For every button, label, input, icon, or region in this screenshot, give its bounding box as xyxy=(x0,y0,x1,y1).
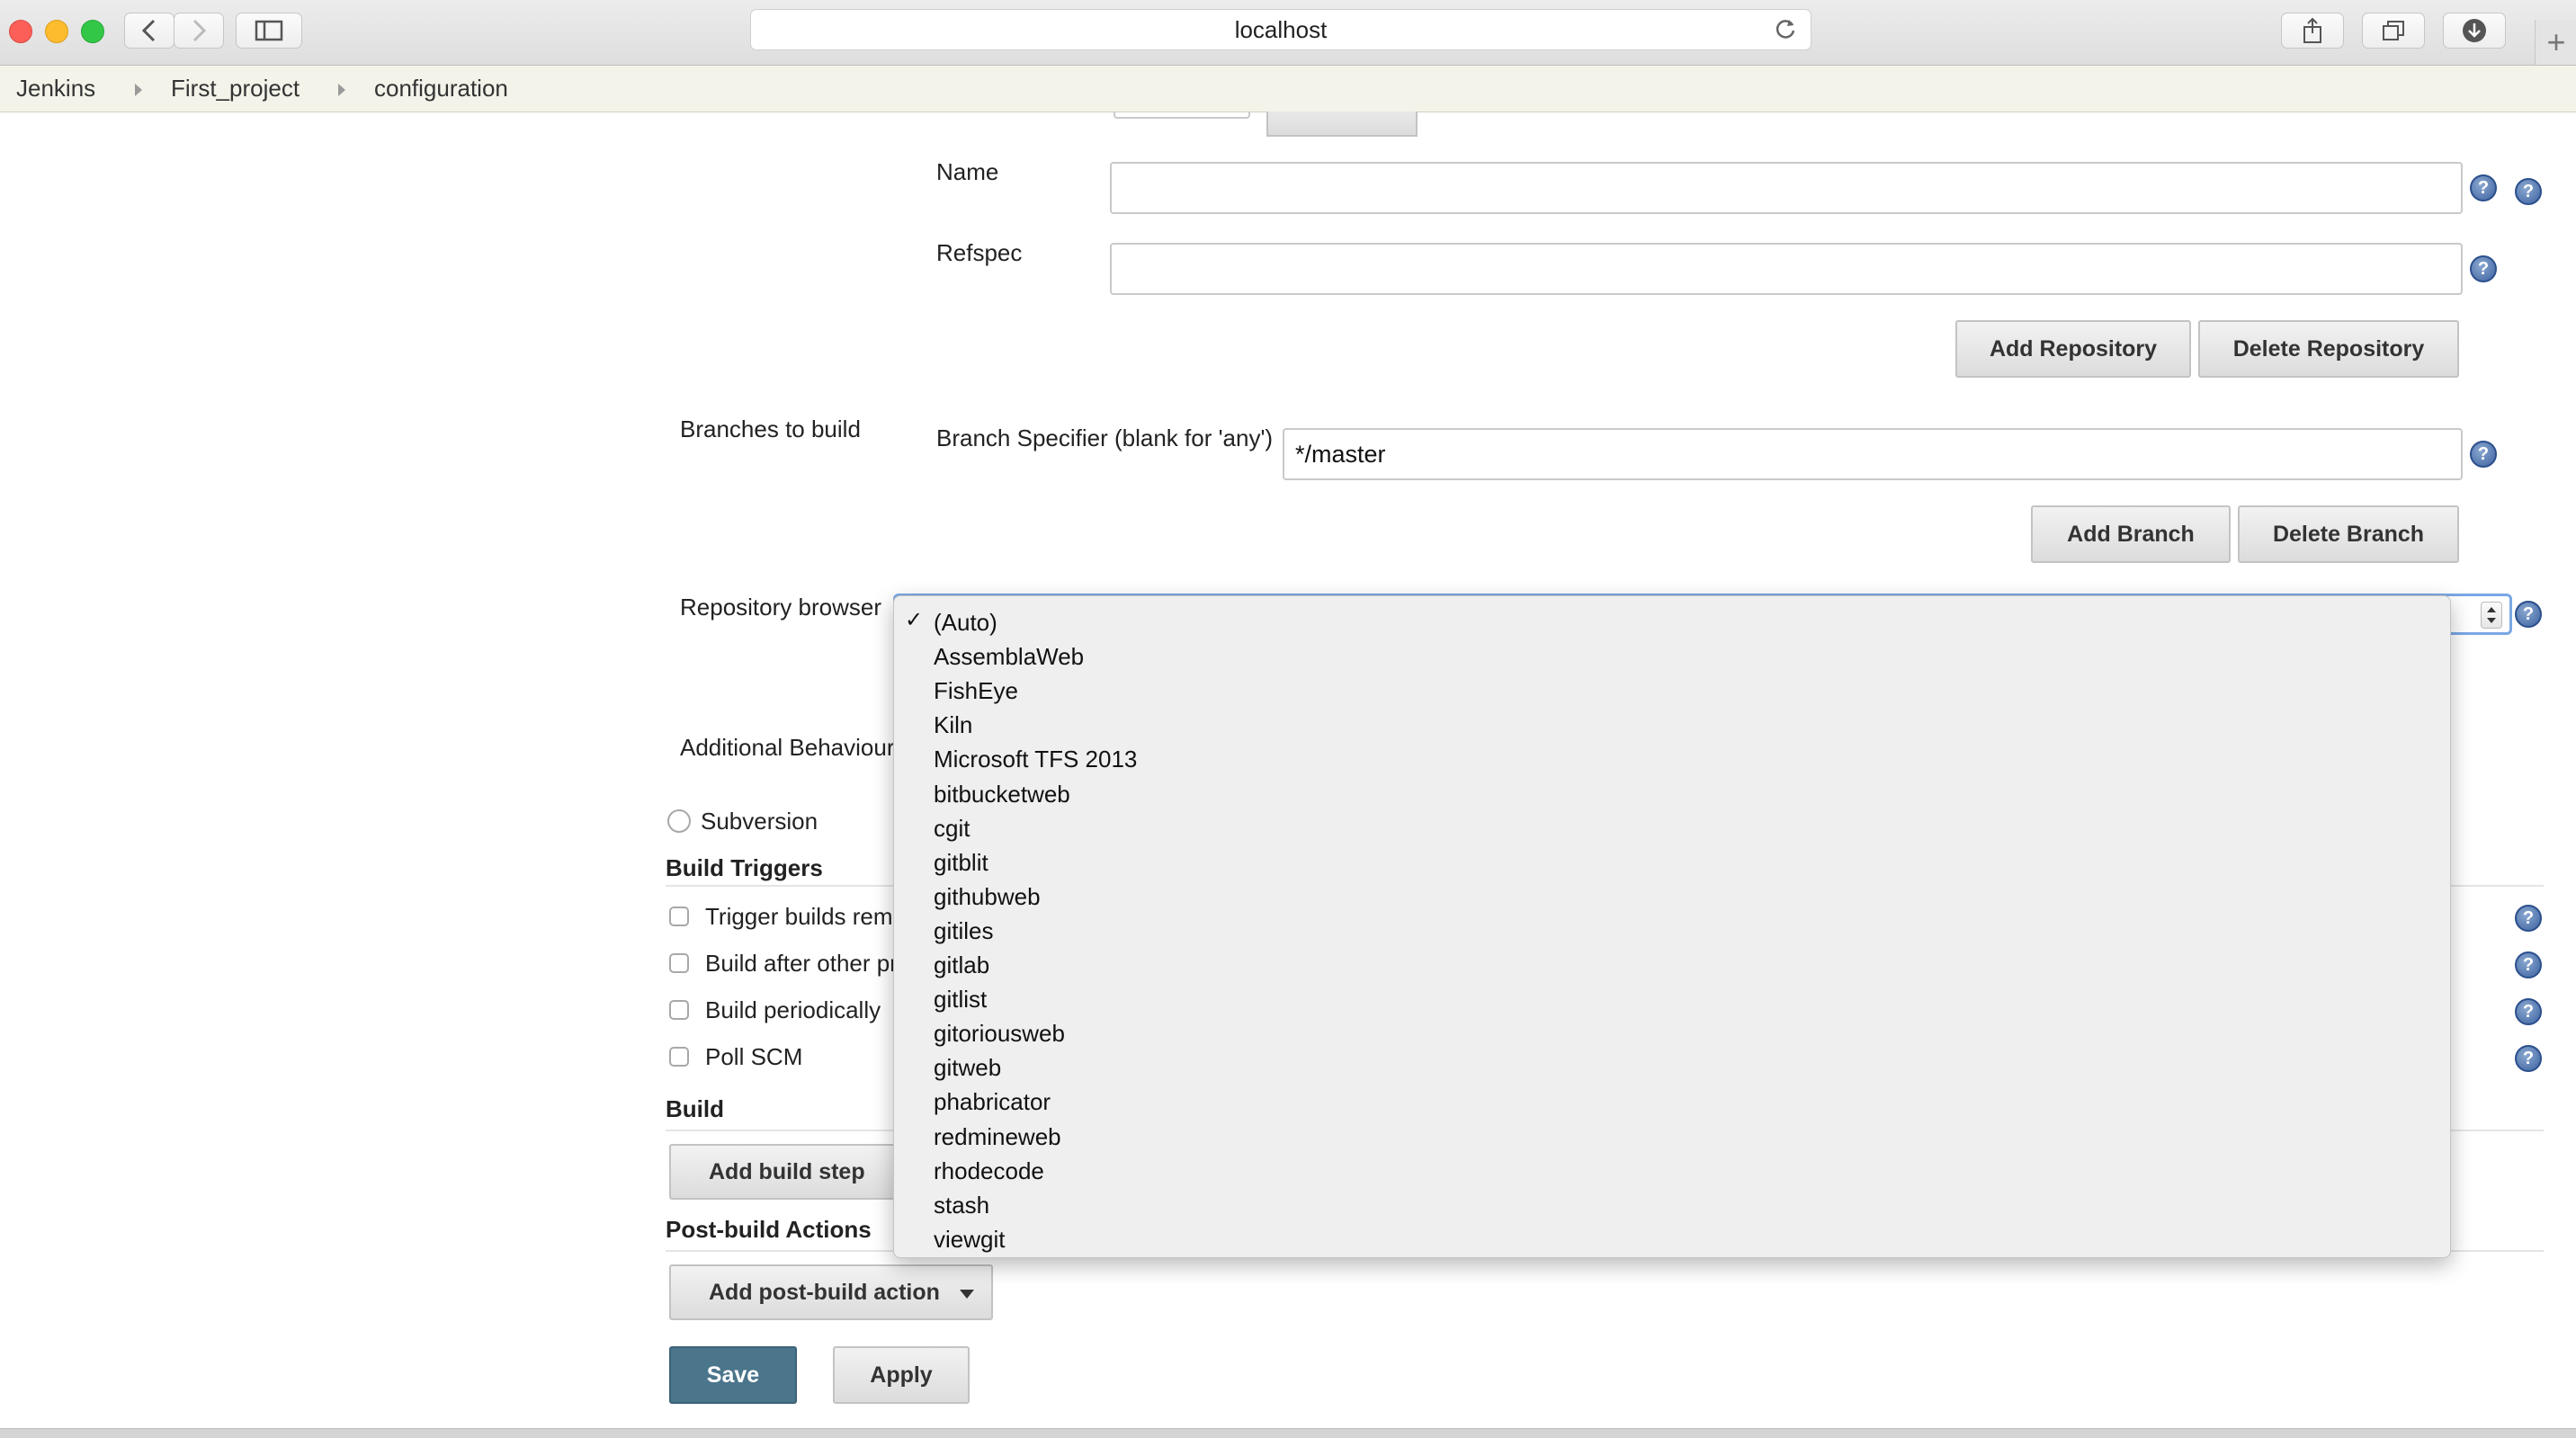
build-triggers-title: Build Triggers xyxy=(666,854,823,881)
add-build-step-label: Add build step xyxy=(709,1158,865,1184)
subversion-label: Subversion xyxy=(701,808,818,835)
breadcrumb-first-project[interactable]: First_project xyxy=(171,75,300,103)
help-icon[interactable]: ? xyxy=(2470,255,2497,282)
repository-browser-option[interactable]: redmineweb xyxy=(934,1120,1061,1154)
checkmark-icon: ✓ xyxy=(905,608,924,632)
build-after-other-checkbox[interactable] xyxy=(669,953,689,973)
add-build-step-button[interactable]: Add build step xyxy=(669,1144,914,1200)
share-icon xyxy=(2303,17,2321,43)
help-icon[interactable]: ? xyxy=(2515,601,2542,628)
subversion-radio[interactable] xyxy=(667,809,691,833)
build-title: Build xyxy=(666,1095,724,1122)
help-icon[interactable]: ? xyxy=(2515,178,2542,205)
repository-browser-option[interactable]: Microsoft TFS 2013 xyxy=(934,742,1137,776)
add-branch-button[interactable]: Add Branch xyxy=(2031,505,2231,563)
repository-browser-option[interactable]: gitblit xyxy=(934,845,988,880)
tabs-overview-button[interactable] xyxy=(2362,13,2425,49)
back-icon xyxy=(141,19,156,42)
close-window-button[interactable] xyxy=(9,20,32,43)
delete-repository-button[interactable]: Delete Repository xyxy=(2198,320,2459,378)
download-icon xyxy=(2463,19,2486,42)
sidebar-icon xyxy=(255,20,283,41)
repository-browser-option[interactable]: gitweb xyxy=(934,1050,1001,1085)
tabs-icon xyxy=(2383,21,2404,40)
dropdown-arrow-icon xyxy=(2481,602,2502,629)
help-icon[interactable]: ? xyxy=(2515,905,2542,932)
add-post-build-action-button[interactable]: Add post-build action xyxy=(669,1264,993,1320)
help-icon[interactable]: ? xyxy=(2515,1045,2542,1072)
repository-browser-label: Repository browser xyxy=(680,594,881,621)
downloads-button[interactable] xyxy=(2443,13,2506,49)
branches-to-build-label: Branches to build xyxy=(680,415,861,442)
repository-browser-option[interactable]: Kiln xyxy=(934,708,972,742)
trigger-remote-checkbox[interactable] xyxy=(669,907,689,926)
build-periodically-label: Build periodically xyxy=(705,996,881,1023)
refspec-input[interactable] xyxy=(1110,243,2463,295)
repository-browser-option[interactable]: gitoriousweb xyxy=(934,1016,1065,1050)
help-icon[interactable]: ? xyxy=(2470,441,2497,468)
repository-browser-option[interactable]: (Auto) xyxy=(934,605,997,639)
repository-browser-option[interactable]: cgit xyxy=(934,811,970,845)
refspec-label: Refspec xyxy=(936,239,1023,266)
repository-browser-option[interactable]: gitlist xyxy=(934,982,987,1016)
additional-behaviours-label: Additional Behaviour xyxy=(680,734,895,761)
help-icon[interactable]: ? xyxy=(2515,998,2542,1025)
reload-icon[interactable] xyxy=(1773,16,1798,41)
repository-browser-option[interactable]: phabricator xyxy=(934,1085,1051,1119)
repository-browser-option[interactable]: gitlab xyxy=(934,948,989,982)
forward-icon xyxy=(192,19,207,42)
help-icon[interactable]: ? xyxy=(2470,174,2497,201)
repository-browser-option[interactable]: githubweb xyxy=(934,880,1041,914)
minimize-window-button[interactable] xyxy=(45,20,68,43)
back-button[interactable] xyxy=(124,13,174,49)
address-bar[interactable]: localhost xyxy=(750,9,1811,50)
trigger-remote-label: Trigger builds rem xyxy=(705,903,893,930)
name-input[interactable] xyxy=(1110,162,2463,214)
build-after-other-label: Build after other pr xyxy=(705,950,898,977)
address-text: localhost xyxy=(1234,15,1328,43)
repository-browser-option[interactable]: bitbucketweb xyxy=(934,777,1070,811)
repository-browser-option[interactable]: rhodecode xyxy=(934,1154,1044,1188)
repository-browser-option[interactable]: AssemblaWeb xyxy=(934,639,1084,674)
new-tab-button[interactable]: + xyxy=(2535,20,2576,65)
browser-toolbar: localhost + xyxy=(0,0,2576,66)
help-icon[interactable]: ? xyxy=(2515,951,2542,978)
poll-scm-label: Poll SCM xyxy=(705,1043,803,1070)
poll-scm-checkbox[interactable] xyxy=(669,1047,689,1067)
zoom-window-button[interactable] xyxy=(81,20,104,43)
add-repository-button[interactable]: Add Repository xyxy=(1955,320,2191,378)
breadcrumb-configuration[interactable]: configuration xyxy=(374,75,508,103)
repository-browser-options: (Auto) ✓ AssemblaWeb FishEye Kiln Microsoft T… xyxy=(893,595,2451,1258)
delete-branch-button[interactable]: Delete Branch xyxy=(2238,505,2459,563)
apply-button[interactable]: Apply xyxy=(833,1346,970,1404)
breadcrumb-jenkins[interactable]: Jenkins xyxy=(16,75,95,103)
build-periodically-checkbox[interactable] xyxy=(669,1000,689,1020)
branch-specifier-input[interactable] xyxy=(1283,428,2463,480)
repository-browser-option[interactable]: gitiles xyxy=(934,914,993,948)
post-build-title: Post-build Actions xyxy=(666,1216,872,1243)
new-tab-glyph: + xyxy=(2546,23,2566,60)
sidebar-button[interactable] xyxy=(236,13,302,49)
breadcrumb: Jenkins First_project configuration xyxy=(0,66,2576,112)
repository-browser-option[interactable]: stash xyxy=(934,1188,989,1222)
credentials-select[interactable] xyxy=(1114,112,1250,119)
save-button[interactable]: Save xyxy=(669,1346,797,1404)
name-label: Name xyxy=(936,158,999,185)
repository-browser-option[interactable]: FishEye xyxy=(934,674,1018,708)
add-post-build-action-label: Add post-build action xyxy=(709,1279,940,1305)
repository-browser-option[interactable]: viewgit xyxy=(934,1222,1005,1256)
breadcrumb-separator-icon xyxy=(338,84,345,96)
share-button[interactable] xyxy=(2281,13,2344,49)
add-credentials-button[interactable] xyxy=(1266,112,1418,137)
dropdown-arrow-icon xyxy=(960,1290,974,1299)
forward-button[interactable] xyxy=(174,13,224,49)
breadcrumb-separator-icon xyxy=(135,84,142,96)
window-bottom-edge xyxy=(0,1428,2576,1438)
branch-specifier-label: Branch Specifier (blank for 'any') xyxy=(936,424,1274,451)
